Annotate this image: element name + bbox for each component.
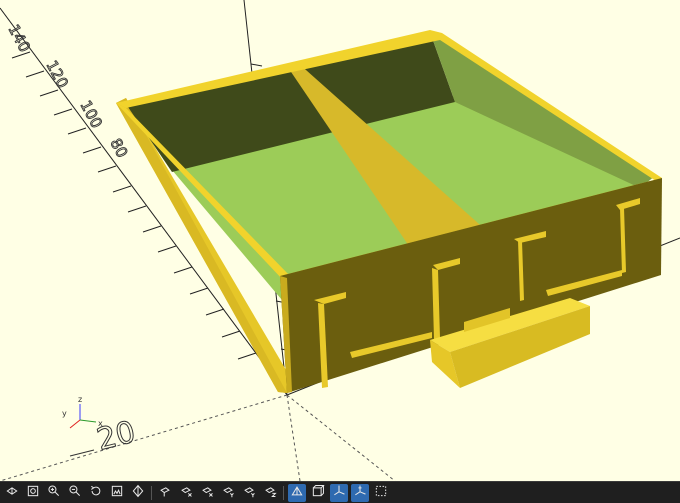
neg-y-axis-line: [0, 394, 288, 481]
preview-button[interactable]: [3, 484, 21, 502]
zoom-out-button[interactable]: [66, 484, 84, 502]
render-button[interactable]: [108, 484, 126, 502]
view-bottom-button[interactable]: [198, 484, 216, 502]
show-edges-button[interactable]: [372, 484, 390, 502]
zoom-in-icon: [47, 483, 61, 502]
view-left-icon: [221, 483, 235, 502]
gizmo-y-label: y: [62, 409, 67, 418]
show-scale-button[interactable]: [351, 483, 369, 502]
render-icon: [110, 483, 124, 502]
scale-label-neg-20-minus: [69, 449, 95, 457]
view-all-button[interactable]: [24, 484, 42, 502]
show-axes-icon: [332, 483, 346, 502]
model: [116, 30, 662, 393]
3d-viewport[interactable]: 140 120 100 80 40 20 20: [0, 0, 680, 481]
view-all-icon: [26, 483, 40, 502]
view-bottom-icon: [200, 483, 214, 502]
orthogonal-button[interactable]: [309, 484, 327, 502]
toolbar-separator: [151, 485, 152, 500]
x-axis-scale-labels: 140 120 100 80: [4, 21, 132, 161]
scale-label-140: 140: [4, 21, 33, 55]
show-axes-button[interactable]: [330, 483, 348, 502]
show-edges-icon: [374, 483, 388, 502]
view-back-icon: [263, 483, 277, 502]
reset-view-button[interactable]: [87, 484, 105, 502]
view-right-button[interactable]: [156, 484, 174, 502]
zoom-out-icon: [68, 483, 82, 502]
perspective-icon: [290, 483, 304, 502]
viewport-canvas[interactable]: 140 120 100 80 40 20 20: [0, 0, 680, 481]
reset-view-icon: [89, 483, 103, 502]
gizmo-x-label: x: [98, 419, 103, 428]
export-icon: [131, 483, 145, 502]
viewport-toolbar: [0, 481, 680, 503]
export-button[interactable]: [129, 484, 147, 502]
view-front-icon: [242, 483, 256, 502]
show-scale-icon: [353, 483, 367, 502]
preview-icon: [5, 483, 19, 502]
neg-z-axis-line: [286, 394, 301, 481]
view-front-button[interactable]: [240, 484, 258, 502]
zoom-in-button[interactable]: [45, 484, 63, 502]
toolbar-separator: [283, 485, 284, 500]
scale-label-120: 120: [42, 57, 71, 91]
scale-label-100: 100: [76, 97, 105, 131]
perspective-button[interactable]: [288, 483, 306, 502]
view-left-button[interactable]: [219, 484, 237, 502]
view-right-icon: [158, 483, 172, 502]
neg-x-axis-line: [286, 394, 396, 481]
orthogonal-icon: [311, 483, 325, 502]
view-top-button[interactable]: [177, 484, 195, 502]
gizmo-z-label: z: [78, 395, 82, 404]
view-back-button[interactable]: [261, 484, 279, 502]
view-top-icon: [179, 483, 193, 502]
